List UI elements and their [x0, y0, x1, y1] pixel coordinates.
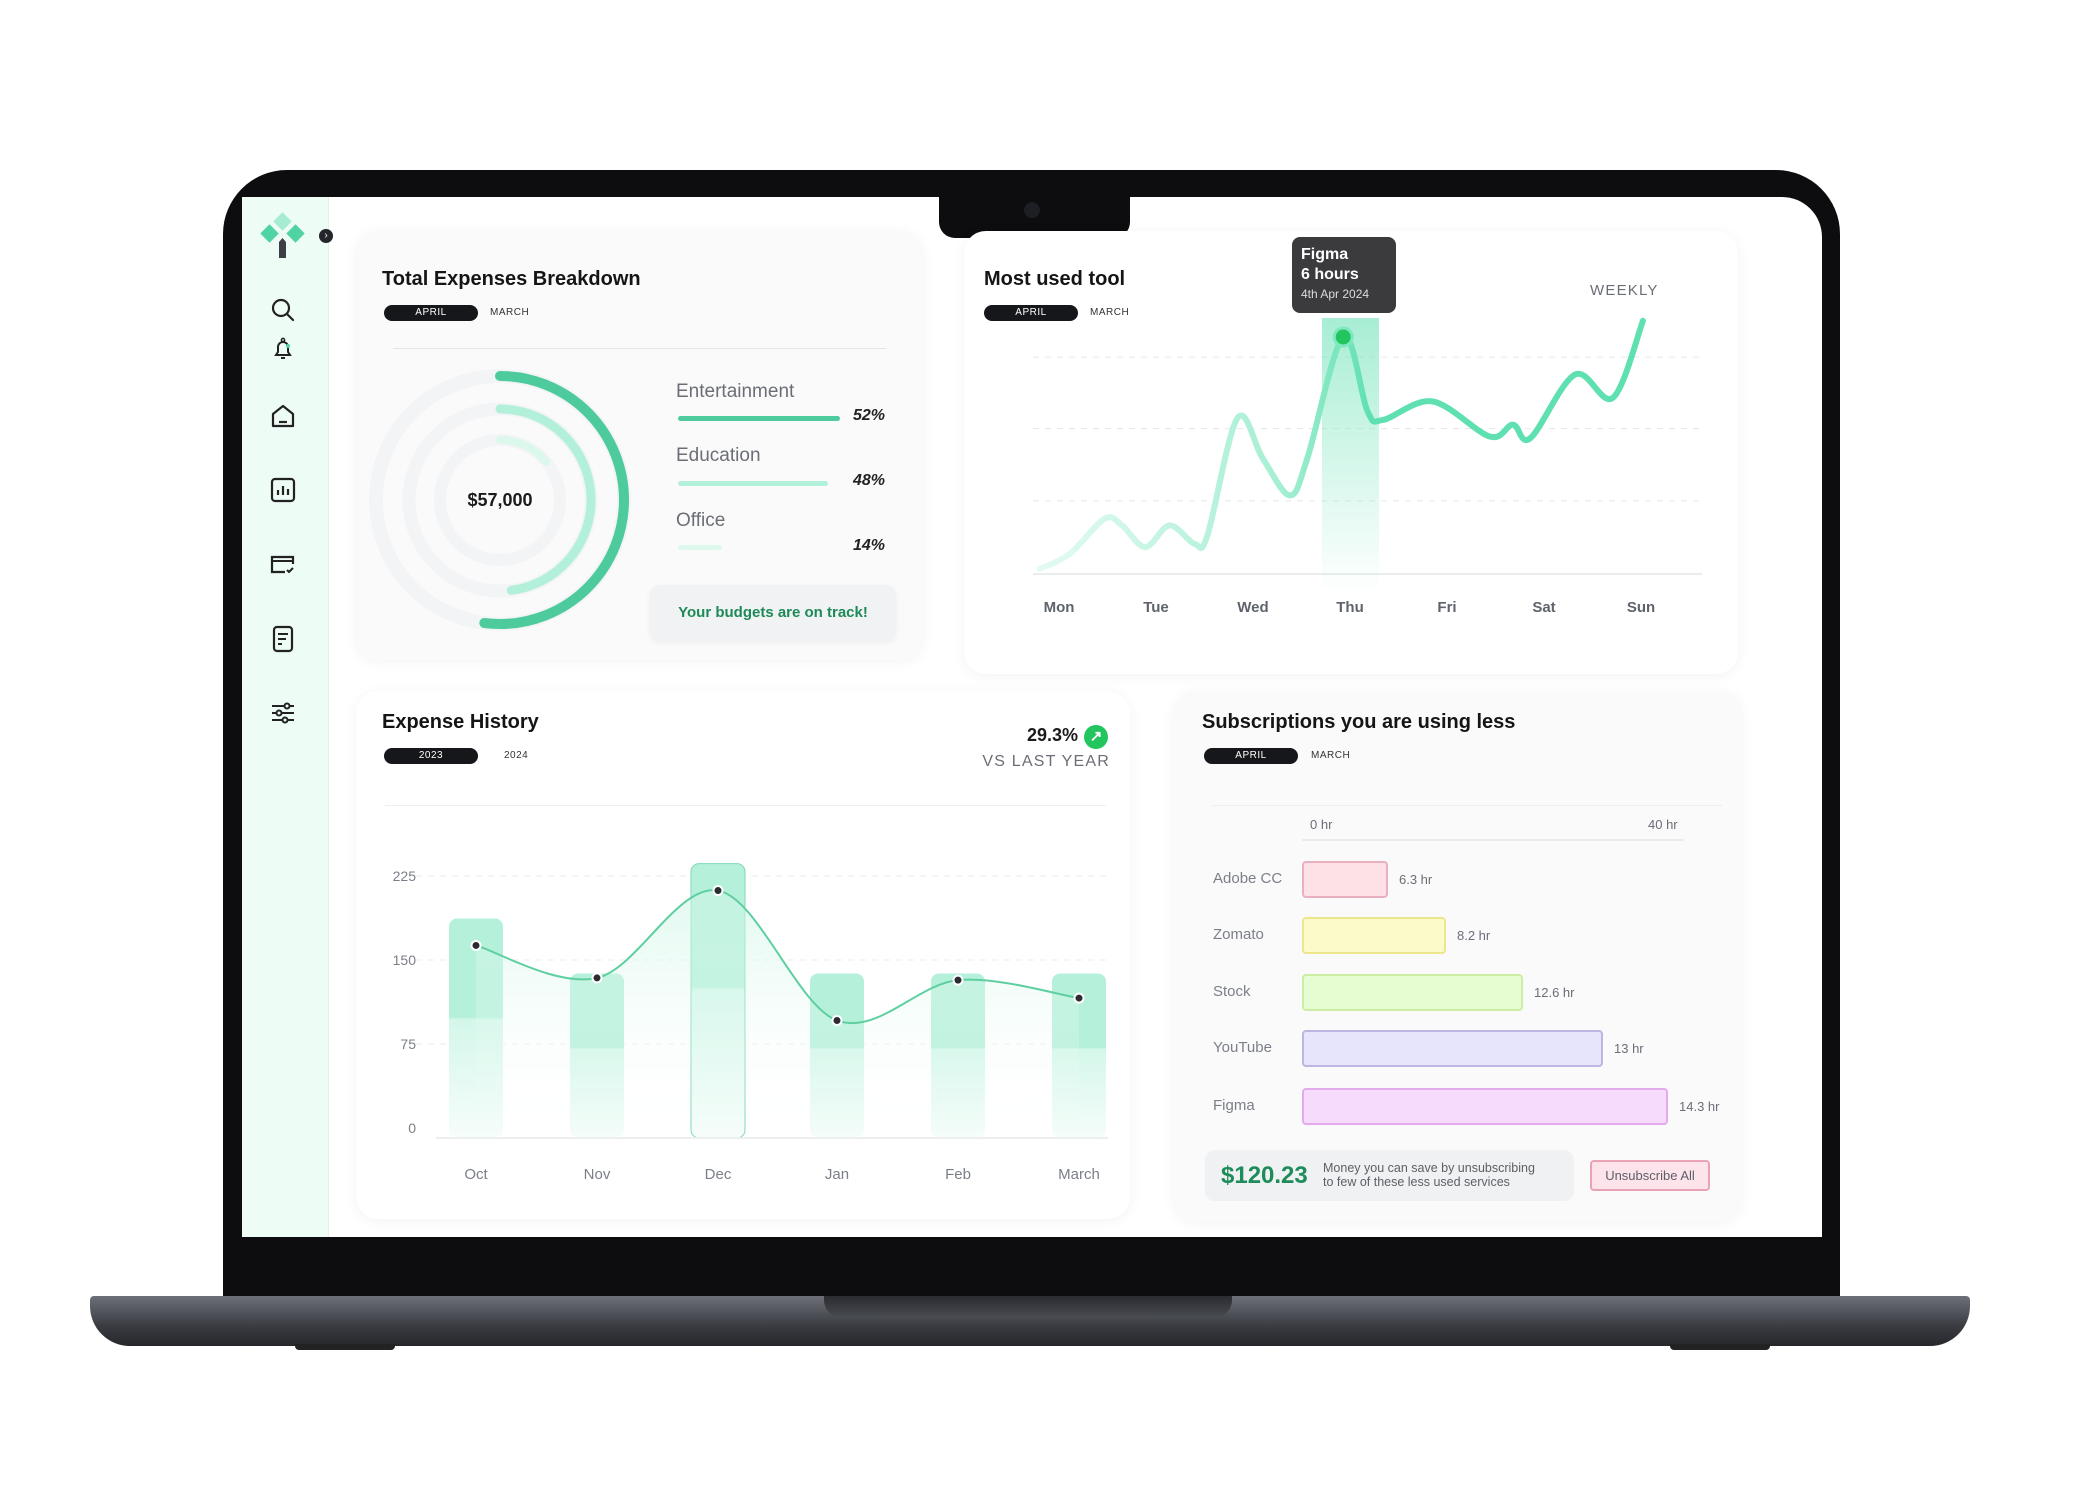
savings-box: $120.23 Money you can save by unsubscrib…: [1205, 1150, 1574, 1201]
tab-2023[interactable]: 2023: [384, 748, 478, 764]
month-label: Nov: [584, 1166, 611, 1183]
subscription-bar: [1302, 1030, 1603, 1067]
tooltip-date: 4th Apr 2024: [1301, 287, 1370, 301]
divider: [1212, 805, 1722, 806]
category-percent: 48%: [853, 472, 886, 489]
tooltip-value: 6 hours: [1301, 266, 1359, 283]
subscription-bar: [1302, 974, 1523, 1011]
sidebar-expand-button[interactable]: ›: [319, 229, 333, 243]
subscription-label: Zomato: [1213, 926, 1264, 943]
month-label: Oct: [464, 1166, 488, 1183]
card-title: Subscriptions you are using less: [1202, 711, 1516, 733]
divider: [385, 805, 1106, 806]
subscription-value: 14.3 hr: [1679, 1099, 1720, 1114]
month-label: Dec: [705, 1166, 732, 1183]
change-label: VS LAST YEAR: [982, 753, 1110, 770]
data-point: [470, 939, 482, 951]
category-bar: [678, 416, 840, 421]
y-tick-label: 75: [400, 1036, 416, 1052]
category-bar: [678, 545, 722, 550]
axis-line: [1302, 839, 1684, 841]
subscriptions-card: Subscriptions you are using less APRIL M…: [1174, 691, 1741, 1221]
expenses-breakdown-card: Total Expenses Breakdown APRIL MARCH $57…: [356, 231, 922, 660]
day-label: Thu: [1336, 599, 1364, 616]
tab-march[interactable]: MARCH: [1090, 305, 1129, 321]
app-logo-icon: [260, 212, 305, 258]
category-percent: 14%: [853, 537, 886, 554]
search-icon[interactable]: [268, 295, 298, 325]
month-label: Feb: [945, 1166, 971, 1183]
most-used-tool-card: Mon Tue Wed Thu Fri Sat Sun Most used tool APR…: [964, 231, 1738, 674]
subscription-bar: [1302, 1088, 1668, 1125]
data-point: [1073, 992, 1085, 1004]
y-tick-label: 0: [408, 1120, 416, 1136]
subscription-value: 8.2 hr: [1457, 928, 1491, 943]
subscription-value: 6.3 hr: [1399, 872, 1433, 887]
chart-tooltip: Figma 6 hours 4th Apr 2024: [1292, 237, 1396, 313]
bell-icon[interactable]: [268, 334, 298, 364]
data-point: [712, 885, 724, 897]
day-label: Sun: [1627, 599, 1655, 616]
data-point: [952, 974, 964, 986]
bar-chart-icon[interactable]: [268, 475, 298, 505]
unsubscribe-all-button[interactable]: Unsubscribe All: [1590, 1160, 1710, 1191]
subscription-bar: [1302, 861, 1388, 898]
savings-description: Money you can save by unsubscribing to f…: [1323, 1161, 1535, 1189]
tab-april[interactable]: APRIL: [984, 305, 1078, 321]
day-label: Sat: [1532, 599, 1555, 616]
axis-label-min: 0 hr: [1310, 817, 1333, 832]
day-label: Fri: [1437, 599, 1456, 616]
axis-label-max: 40 hr: [1648, 817, 1678, 832]
document-icon[interactable]: [268, 624, 298, 654]
category-percent: 52%: [853, 407, 886, 424]
subscription-value: 12.6 hr: [1534, 985, 1575, 1000]
category-bar: [678, 481, 828, 486]
tab-april[interactable]: APRIL: [1204, 748, 1298, 764]
budget-status: Your budgets are on track!: [650, 585, 896, 641]
expense-history-card: 225 150 75 0 Oct Nov Dec Jan Feb March Expense Hi…: [356, 691, 1130, 1219]
total-amount: $57,000: [467, 490, 533, 510]
savings-text-line: to few of these less used services: [1323, 1175, 1510, 1189]
month-label: Jan: [825, 1166, 849, 1183]
category-label: Education: [676, 445, 761, 466]
data-point: [591, 972, 603, 984]
laptop-hinge: [824, 1296, 1232, 1318]
period-label[interactable]: WEEKLY: [1590, 282, 1659, 299]
tab-march[interactable]: MARCH: [1311, 748, 1350, 764]
day-label: Tue: [1143, 599, 1169, 616]
subscription-label: Adobe CC: [1213, 870, 1283, 887]
home-icon[interactable]: [268, 401, 298, 431]
sliders-icon[interactable]: [268, 698, 298, 728]
day-label: Mon: [1044, 599, 1075, 616]
subscription-label: Figma: [1213, 1097, 1255, 1114]
tooltip-tool: Figma: [1301, 246, 1349, 263]
card-title: Most used tool: [984, 268, 1126, 290]
trend-up-icon: ↗: [1084, 725, 1108, 749]
highlight-point: [1332, 326, 1354, 348]
laptop-foot: [295, 1344, 395, 1350]
card-check-icon[interactable]: [268, 549, 298, 579]
subscription-value: 13 hr: [1614, 1041, 1644, 1056]
data-point: [831, 1014, 843, 1026]
month-label: March: [1058, 1166, 1100, 1183]
y-tick-label: 225: [393, 868, 417, 884]
laptop-foot: [1670, 1344, 1770, 1350]
category-label: Office: [676, 510, 726, 531]
category-label: Entertainment: [676, 381, 795, 402]
card-title: Expense History: [382, 711, 539, 733]
savings-text-line: Money you can save by unsubscribing: [1323, 1161, 1535, 1175]
y-tick-label: 150: [393, 952, 417, 968]
subscription-label: Stock: [1213, 983, 1251, 1000]
tab-2024[interactable]: 2024: [504, 748, 528, 764]
subscription-bar: [1302, 917, 1446, 954]
camera-icon: [1024, 202, 1040, 218]
subscription-label: YouTube: [1213, 1039, 1272, 1056]
change-percent: 29.3%: [1026, 725, 1078, 745]
area-fill: [476, 890, 1079, 1138]
day-label: Wed: [1237, 599, 1268, 616]
savings-amount: $120.23: [1221, 1162, 1308, 1189]
